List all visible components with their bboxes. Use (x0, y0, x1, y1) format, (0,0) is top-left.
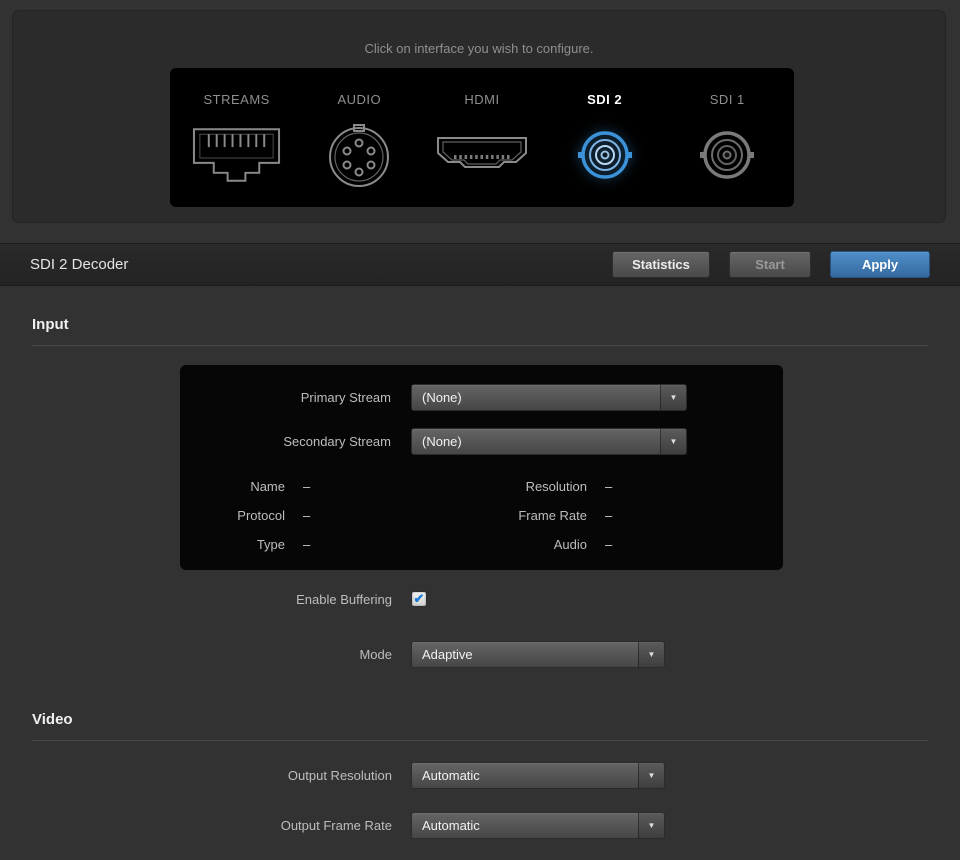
interface-label: SDI 2 (587, 92, 622, 107)
checkmark-icon: ✔ (414, 592, 425, 605)
chevron-down-icon: ▼ (638, 813, 664, 838)
chevron-down-icon: ▼ (638, 642, 664, 667)
output-frame-rate-value: Automatic (412, 818, 638, 833)
primary-stream-select[interactable]: (None) ▼ (411, 384, 687, 411)
rj45-ethernet-icon (189, 115, 284, 195)
interface-item-streams[interactable]: STREAMS (181, 92, 293, 195)
interface-label: SDI 1 (710, 92, 745, 107)
stat-value: – (303, 537, 449, 552)
chevron-down-icon: ▼ (660, 385, 686, 410)
interface-item-audio[interactable]: AUDIO (303, 92, 415, 195)
decoder-header: SDI 2 Decoder Statistics Start Apply (0, 243, 960, 286)
mode-select[interactable]: Adaptive ▼ (411, 641, 665, 668)
primary-stream-row: Primary Stream (None) ▼ (180, 384, 783, 411)
statistics-button[interactable]: Statistics (612, 251, 710, 278)
stat-value: – (605, 479, 783, 494)
stat-value: – (303, 479, 449, 494)
output-resolution-value: Automatic (412, 768, 638, 783)
start-button[interactable]: Start (729, 251, 811, 278)
configure-instruction: Click on interface you wish to configure… (13, 41, 945, 56)
interface-label: AUDIO (337, 92, 381, 107)
stat-value: – (605, 537, 783, 552)
mode-value: Adaptive (412, 647, 638, 662)
primary-stream-label: Primary Stream (180, 390, 391, 405)
enable-buffering-row: Enable Buffering ✔ (0, 591, 427, 607)
enable-buffering-label: Enable Buffering (0, 592, 392, 607)
interface-selector-panel: Click on interface you wish to configure… (12, 10, 946, 223)
stat-label: Frame Rate (467, 508, 587, 523)
output-resolution-row: Output Resolution Automatic ▼ (0, 762, 665, 789)
output-frame-rate-select[interactable]: Automatic ▼ (411, 812, 665, 839)
primary-stream-value: (None) (412, 390, 660, 405)
video-section-divider (32, 740, 928, 741)
output-resolution-label: Output Resolution (0, 768, 392, 783)
video-section-heading: Video (32, 711, 73, 728)
output-resolution-select[interactable]: Automatic ▼ (411, 762, 665, 789)
stream-stats-grid: Name – Resolution – Protocol – Frame Rat… (180, 479, 783, 552)
interface-item-hdmi[interactable]: HDMI (426, 92, 538, 195)
stat-label: Protocol (180, 508, 285, 523)
stat-value: – (303, 508, 449, 523)
secondary-stream-label: Secondary Stream (180, 434, 391, 449)
interface-label: STREAMS (203, 92, 269, 107)
header-buttons: Statistics Start Apply (612, 251, 930, 278)
interface-label: HDMI (464, 92, 499, 107)
output-frame-rate-row: Output Frame Rate Automatic ▼ (0, 812, 665, 839)
stat-label: Audio (467, 537, 587, 552)
chevron-down-icon: ▼ (638, 763, 664, 788)
input-stream-panel: Primary Stream (None) ▼ Secondary Stream… (180, 365, 783, 570)
enable-buffering-checkbox[interactable]: ✔ (411, 591, 427, 607)
page-title: SDI 2 Decoder (30, 256, 128, 273)
secondary-stream-select[interactable]: (None) ▼ (411, 428, 687, 455)
din-audio-connector-icon (326, 115, 392, 195)
chevron-down-icon: ▼ (660, 429, 686, 454)
input-section-heading: Input (32, 316, 69, 333)
connector-strip: STREAMS AUDIO (170, 68, 794, 207)
hdmi-connector-icon (434, 115, 530, 195)
bnc-connector-sdi1-icon (700, 115, 754, 195)
stat-label: Resolution (467, 479, 587, 494)
stat-label: Name (180, 479, 285, 494)
page: Click on interface you wish to configure… (0, 0, 960, 860)
interface-item-sdi2[interactable]: SDI 2 (549, 92, 661, 195)
secondary-stream-row: Secondary Stream (None) ▼ (180, 428, 783, 455)
stat-label: Type (180, 537, 285, 552)
apply-button[interactable]: Apply (830, 251, 930, 278)
input-section-divider (32, 345, 928, 346)
interface-item-sdi1[interactable]: SDI 1 (671, 92, 783, 195)
stat-value: – (605, 508, 783, 523)
mode-row: Mode Adaptive ▼ (0, 641, 665, 668)
bnc-connector-sdi2-icon (578, 115, 632, 195)
mode-label: Mode (0, 647, 392, 662)
secondary-stream-value: (None) (412, 434, 660, 449)
output-frame-rate-label: Output Frame Rate (0, 818, 392, 833)
